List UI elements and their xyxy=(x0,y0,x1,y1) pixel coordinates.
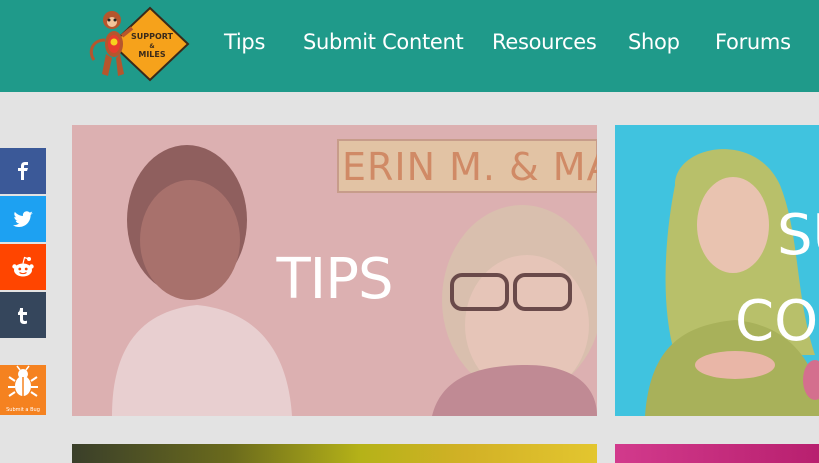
share-facebook-button[interactable] xyxy=(0,148,46,194)
submit-card-photo xyxy=(615,125,819,416)
twitter-icon xyxy=(13,211,33,227)
logo[interactable]: SUPPORT & MILES xyxy=(82,6,192,82)
logo-icon: SUPPORT & MILES xyxy=(89,6,190,82)
nav-forums[interactable]: Forums xyxy=(715,30,791,54)
nav-shop[interactable]: Shop xyxy=(628,30,680,54)
bug-icon xyxy=(8,365,38,397)
svg-text:SUPPORT: SUPPORT xyxy=(131,32,174,41)
submit-bug-label: Submit a Bug xyxy=(6,407,40,413)
nav-tips[interactable]: Tips xyxy=(224,30,265,54)
bottom-card-left[interactable] xyxy=(72,444,597,463)
submit-card-title-line2: CO xyxy=(735,289,819,354)
store-sign-text: ERIN M. & MAD xyxy=(342,145,597,189)
facebook-icon xyxy=(18,162,28,180)
svg-text:&: & xyxy=(149,43,154,50)
share-reddit-button[interactable] xyxy=(0,244,46,290)
tips-card[interactable]: ERIN M. & MAD TIPS xyxy=(72,125,597,416)
svg-text:MILES: MILES xyxy=(138,50,166,59)
share-twitter-button[interactable] xyxy=(0,196,46,242)
site-header: SUPPORT & MILES Tips Submit Content Reso… xyxy=(0,0,819,92)
submit-content-card[interactable]: SU CO xyxy=(615,125,819,416)
tumblr-icon xyxy=(18,308,27,324)
tips-card-title: TIPS xyxy=(276,247,393,312)
submit-bug-button[interactable]: Submit a Bug xyxy=(0,365,46,415)
bottom-card-right[interactable] xyxy=(615,444,819,463)
submit-card-title-line1: SU xyxy=(777,203,819,268)
share-tumblr-button[interactable] xyxy=(0,292,46,338)
reddit-icon xyxy=(12,256,34,277)
nav-submit-content[interactable]: Submit Content xyxy=(303,30,464,54)
nav-resources[interactable]: Resources xyxy=(492,30,597,54)
